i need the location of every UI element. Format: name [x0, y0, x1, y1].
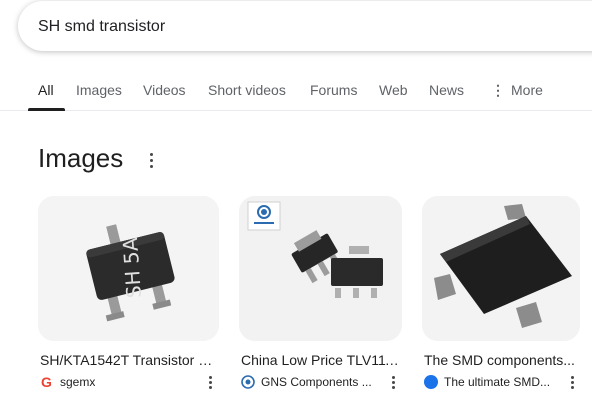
- chip-marking: SH 5A: [118, 237, 146, 299]
- tab-more[interactable]: ⋮ More: [491, 82, 543, 99]
- tab-images[interactable]: Images: [76, 82, 122, 98]
- tab-web[interactable]: Web: [379, 82, 408, 98]
- more-vert-icon: ⋮: [491, 82, 505, 98]
- image-thumbnail[interactable]: SH 5A: [38, 196, 219, 341]
- image-result-caption[interactable]: The SMD components...: [424, 352, 578, 368]
- source-name: The ultimate SMD...: [444, 375, 551, 389]
- images-section-title: Images: [38, 143, 124, 173]
- image-thumbnail[interactable]: [422, 196, 580, 341]
- tab-news[interactable]: News: [429, 82, 464, 98]
- smd-component-image: [422, 196, 580, 341]
- card-more-options-icon[interactable]: [204, 374, 216, 392]
- active-tab-indicator: [28, 108, 65, 111]
- tab-more-label: More: [511, 82, 543, 98]
- tab-short-videos[interactable]: Short videos: [208, 82, 286, 98]
- image-result-caption[interactable]: SH/KTA1542T Transistor P...: [40, 352, 217, 368]
- image-thumbnail[interactable]: [239, 196, 402, 341]
- search-bar[interactable]: [18, 1, 592, 51]
- tab-forums[interactable]: Forums: [310, 82, 357, 98]
- gns-logo-icon: [241, 375, 255, 389]
- g-logo-icon: G: [41, 375, 52, 389]
- source-name: GNS Components ...: [261, 375, 372, 389]
- sot223-component-image: [239, 196, 402, 341]
- image-result-caption[interactable]: China Low Price TLV111...: [241, 352, 400, 368]
- search-input[interactable]: [38, 16, 558, 38]
- card-more-options-icon[interactable]: [387, 374, 399, 392]
- tab-videos[interactable]: Videos: [143, 82, 186, 98]
- svg-text:G: G: [41, 375, 52, 389]
- source-name: sgemx: [60, 375, 96, 389]
- image-result-source[interactable]: The ultimate SMD...: [424, 374, 554, 390]
- sot23-transistor-image: SH 5A: [38, 196, 219, 341]
- tab-all[interactable]: All: [38, 82, 54, 98]
- image-result-source[interactable]: G sgemx: [40, 374, 190, 390]
- search-tabs: All Images Videos Short videos Forums We…: [0, 78, 592, 111]
- card-more-options-icon[interactable]: [566, 374, 578, 392]
- section-more-options-icon[interactable]: [145, 149, 157, 173]
- blue-dot-icon: [424, 375, 438, 389]
- image-result-source[interactable]: GNS Components ...: [241, 374, 376, 390]
